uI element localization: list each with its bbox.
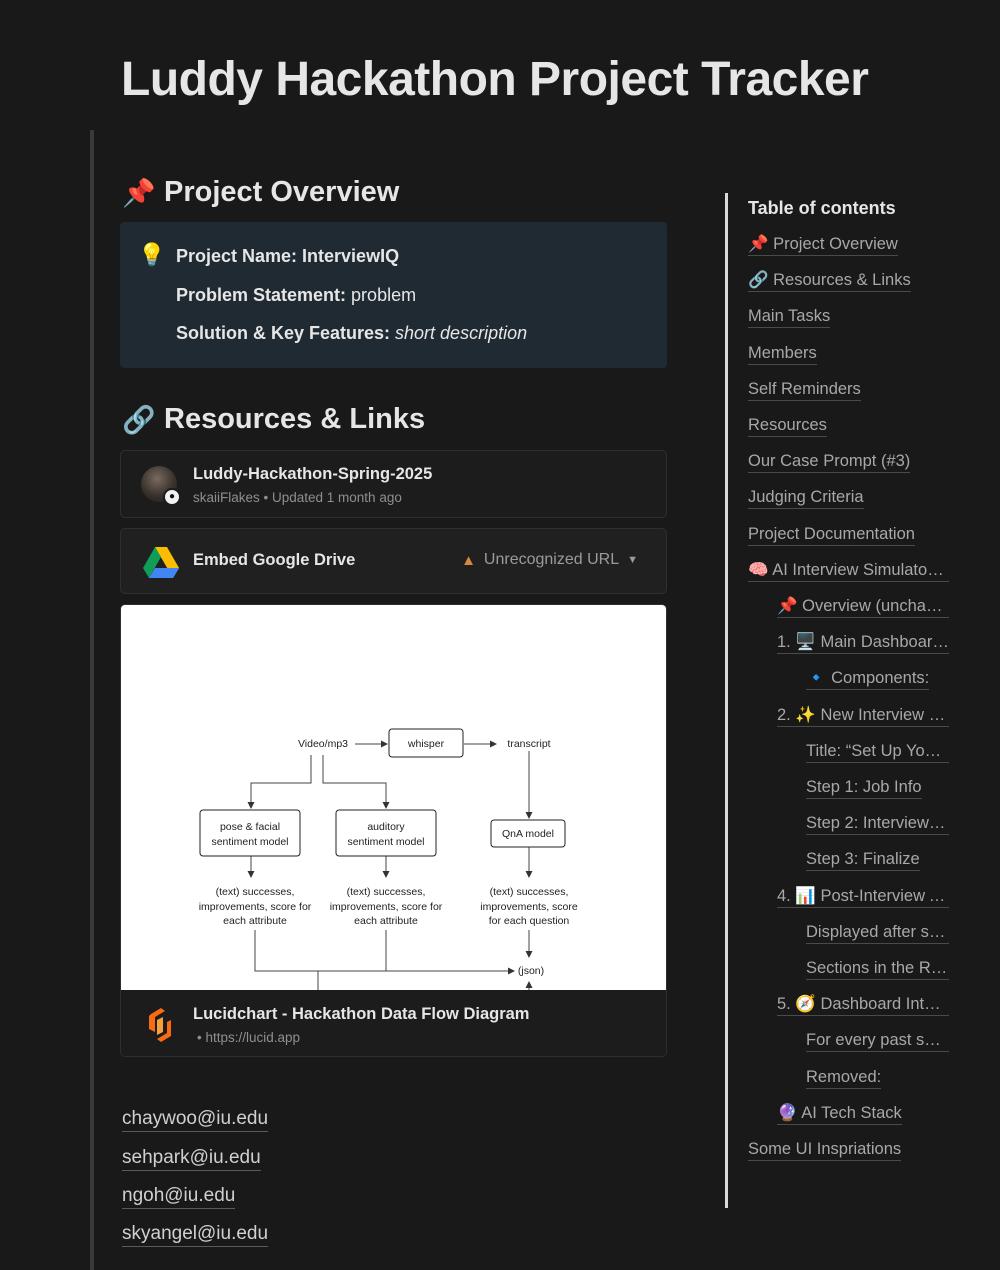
github-icon: ●: [163, 488, 181, 506]
repo-title: Luddy-Hackathon-Spring-2025: [193, 465, 433, 483]
member-email-link[interactable]: sehpark@iu.edu: [122, 1147, 261, 1171]
solution-label: Solution & Key Features:: [176, 323, 391, 343]
toc-item[interactable]: Step 2: Interview …: [806, 812, 949, 836]
toc-item[interactable]: Our Case Prompt (#3): [748, 450, 911, 474]
diagram-output-2a: (text) successes,: [347, 886, 426, 898]
pushpin-icon: 📌: [122, 177, 156, 208]
repo-subtitle: skaiiFlakes • Updated 1 month ago: [193, 490, 402, 505]
drive-status-dropdown[interactable]: ▲ Unrecognized URL ▼: [461, 551, 638, 569]
diagram-pose-label: pose & facial: [220, 821, 280, 833]
project-overview-heading-text: Project Overview: [164, 176, 400, 208]
toc-item[interactable]: 5. 🧭 Dashboard Inter…: [777, 993, 949, 1017]
lucidchart-logo-icon: [149, 1008, 171, 1042]
diagram-output-1c: each attribute: [223, 915, 287, 927]
pose-model-box: [199, 809, 301, 857]
diagram-auditory-label-2: sentiment model: [347, 836, 424, 848]
toc-item[interactable]: 🔮 AI Tech Stack: [777, 1102, 902, 1125]
solution-line: Solution & Key Features: short descripti…: [176, 323, 527, 344]
warning-icon: ▲: [461, 551, 476, 569]
toc-item[interactable]: Self Reminders: [748, 378, 861, 401]
problem-statement-line: Problem Statement: problem: [176, 285, 416, 306]
auditory-model-box: [335, 809, 437, 857]
lucidchart-url: • https://lucid.app: [197, 1030, 301, 1045]
lucidchart-bookmark[interactable]: Video/mp3 whisper transcript pose & faci…: [120, 604, 667, 1057]
toc-item[interactable]: Some UI Inspriations: [748, 1138, 902, 1161]
diagram-input-label: Video/mp3: [298, 738, 348, 750]
lucidchart-footer: Lucidchart - Hackathon Data Flow Diagram…: [121, 990, 666, 1056]
resources-links-heading-text: Resources & Links: [164, 403, 426, 435]
problem-statement-label: Problem Statement:: [176, 285, 347, 305]
toc-item[interactable]: Step 1: Job Info: [806, 776, 922, 799]
toc-item[interactable]: 🧠 AI Interview Simulator …: [748, 559, 949, 582]
toc-item[interactable]: Judging Criteria: [748, 486, 864, 510]
diagram-json-label: (json): [518, 965, 544, 977]
member-email-link[interactable]: ngoh@iu.edu: [122, 1185, 236, 1209]
data-flow-diagram: Video/mp3 whisper transcript pose & faci…: [121, 605, 666, 990]
toc-item[interactable]: Title: “Set Up Your…: [806, 740, 949, 763]
github-repo-card[interactable]: ● Luddy-Hackathon-Spring-2025 skaiiFlake…: [120, 450, 667, 518]
toc-item[interactable]: 2. ✨ New Interview Fl…: [777, 704, 949, 727]
project-overview-heading: 📌 Project Overview: [122, 176, 399, 209]
drive-status-text: Unrecognized URL: [483, 551, 620, 568]
diagram-pose-label-2: sentiment model: [211, 836, 288, 848]
toc-item[interactable]: Step 3: Finalize: [806, 848, 920, 872]
drive-embed-title: Embed Google Drive: [193, 551, 356, 569]
toc-item[interactable]: Main Tasks: [748, 305, 831, 329]
solution-value: short description: [390, 323, 528, 343]
toc-item[interactable]: 📌 Overview (unchan…: [777, 595, 949, 618]
diagram-output-3b: improvements, score: [480, 901, 578, 913]
toc-item[interactable]: Displayed after se…: [806, 921, 949, 944]
problem-statement-value: problem: [346, 285, 417, 305]
diagram-output-1a: (text) successes,: [216, 886, 295, 898]
member-email-link[interactable]: chaywoo@iu.edu: [122, 1108, 269, 1132]
toc-item[interactable]: Resources: [748, 414, 827, 437]
lightbulb-icon: 💡: [138, 242, 166, 267]
resources-links-heading: 🔗 Resources & Links: [122, 403, 425, 436]
toc-item[interactable]: 🔹 Components:: [806, 667, 930, 691]
chevron-down-icon: ▼: [627, 554, 638, 566]
diagram-transcript-label: transcript: [507, 738, 550, 750]
project-name-line: Project Name: InterviewIQ: [176, 246, 399, 267]
page-title: Luddy Hackathon Project Tracker: [121, 53, 869, 106]
project-overview-callout[interactable]: 💡 Project Name: InterviewIQ Problem Stat…: [120, 222, 667, 368]
toc-item[interactable]: Removed:: [806, 1066, 882, 1089]
member-email-link[interactable]: skyangel@iu.edu: [122, 1223, 269, 1247]
link-icon: 🔗: [122, 404, 156, 435]
toc-title: Table of contents: [748, 198, 896, 218]
toc-divider: [725, 193, 728, 1208]
diagram-whisper-label: whisper: [407, 738, 445, 750]
lucidchart-title: Lucidchart - Hackathon Data Flow Diagram: [193, 1005, 530, 1023]
toc-item[interactable]: 🔗 Resources & Links: [748, 269, 911, 293]
toc-item[interactable]: 📌 Project Overview: [748, 233, 898, 256]
toc-item[interactable]: 4. 📊 Post-Interview A…: [777, 885, 949, 908]
diagram-output-2b: improvements, score for: [330, 901, 443, 913]
toc-item[interactable]: For every past ses…: [806, 1029, 949, 1053]
diagram-output-3a: (text) successes,: [490, 886, 569, 898]
diagram-output-3c: for each question: [489, 915, 570, 927]
toc-item[interactable]: Project Documentation: [748, 523, 915, 546]
diagram-output-2c: each attribute: [354, 915, 418, 927]
toc-item[interactable]: Sections in the Re…: [806, 957, 949, 980]
left-divider: [90, 130, 94, 1270]
toc-item[interactable]: Members: [748, 342, 817, 365]
project-name-text: Project Name: InterviewIQ: [176, 246, 400, 266]
diagram-qna-label: QnA model: [502, 828, 554, 840]
google-drive-icon: [143, 547, 179, 578]
diagram-output-1b: improvements, score for: [199, 901, 312, 913]
toc-item[interactable]: 1. 🖥️ Main Dashboard…: [777, 631, 949, 655]
diagram-auditory-label: auditory: [367, 821, 405, 833]
google-drive-embed[interactable]: Embed Google Drive ▲ Unrecognized URL ▼: [120, 528, 667, 594]
